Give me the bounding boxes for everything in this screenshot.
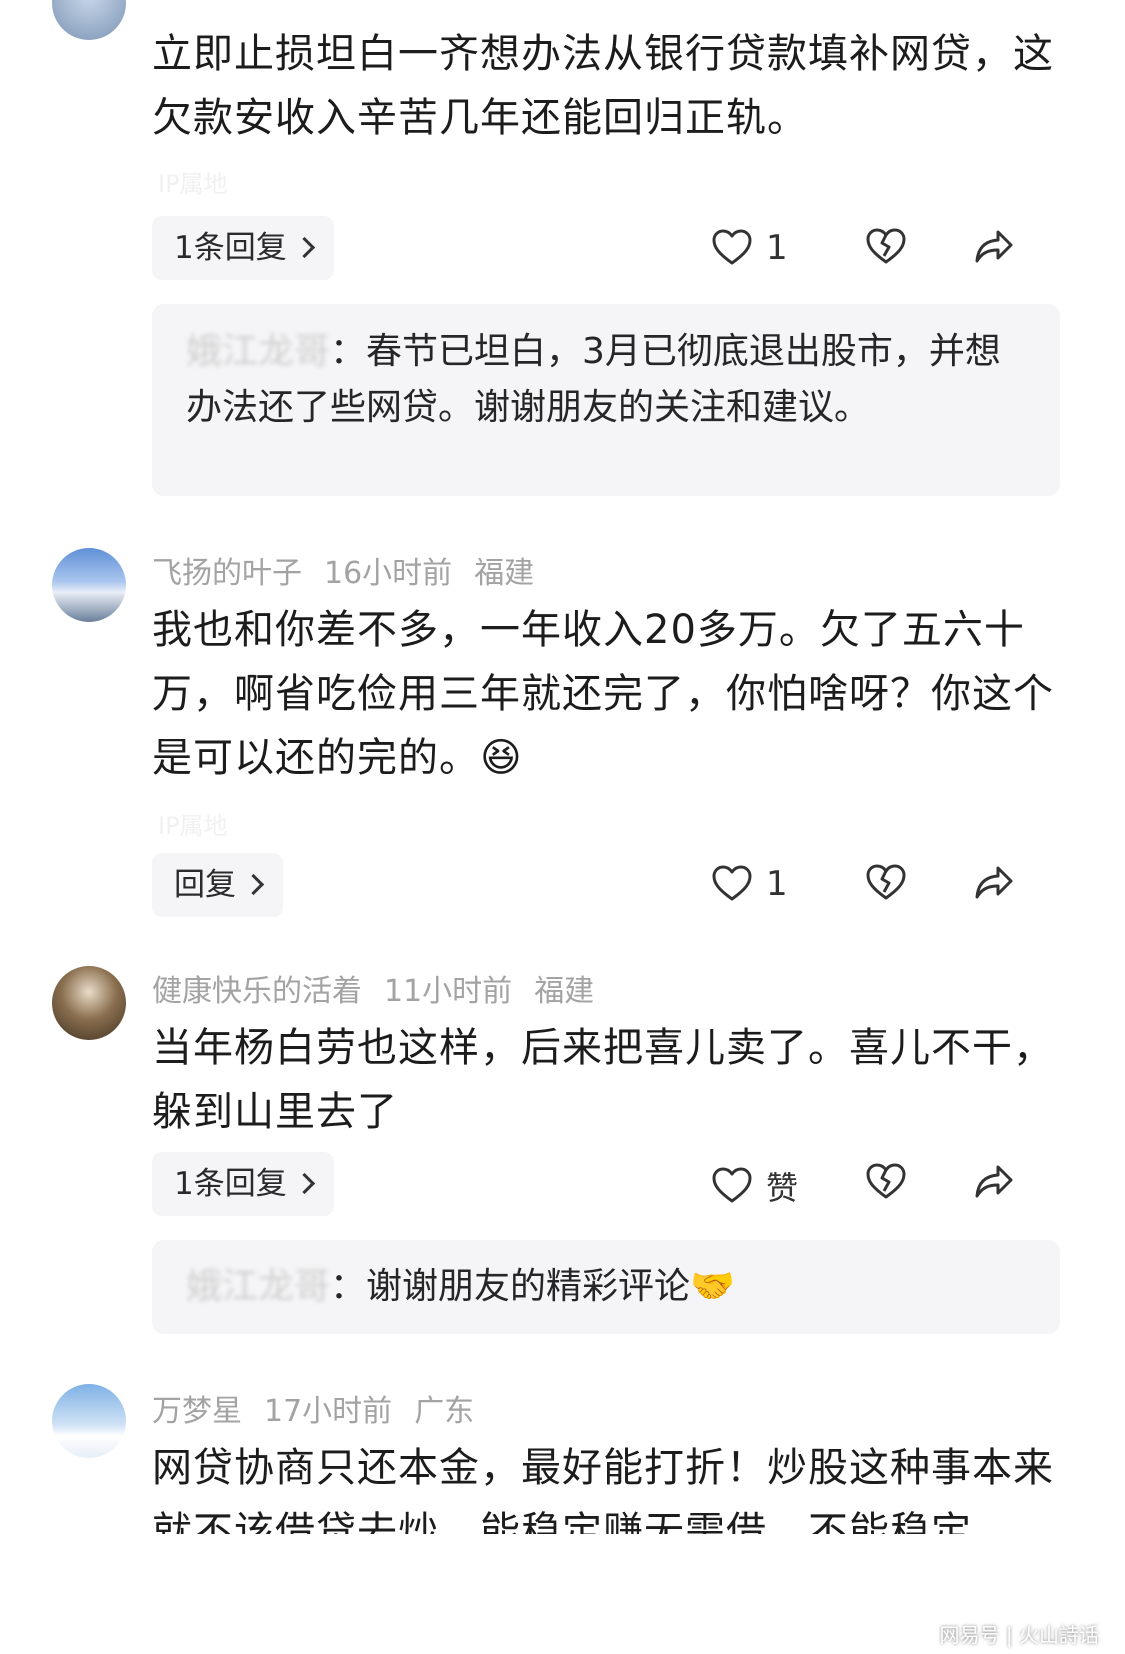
comment-text: 网贷协商只还本金，最好能打折！炒股这种事本来就不该借贷去炒，能稳定赚无需借，不能… [152,1445,1054,1534]
like-button[interactable]: 赞 [712,1163,798,1209]
heart-icon [712,229,752,267]
username[interactable]: 飞扬的叶子 [152,556,302,591]
reply-preview[interactable]: 娥江龙哥：谢谢朋友的精彩评论🤝 [152,1240,1060,1334]
heart-icon [712,1167,752,1205]
chevron-right-icon [293,1172,315,1195]
broken-heart-icon [866,1163,906,1201]
reply-author[interactable]: 娥江龙哥 [186,331,330,372]
heart-icon [712,865,752,903]
username[interactable]: 万梦星 [152,1394,242,1429]
ip-location: IP属地 [158,812,228,840]
location: 福建 [474,556,535,591]
dislike-button[interactable] [866,1163,906,1201]
broken-heart-icon [866,228,906,266]
reply-count-label: 1条回复 [174,1166,287,1202]
location: 福建 [534,974,595,1009]
reply-button[interactable]: 回复 [152,853,283,917]
comment-text: 当年杨白劳也这样，后来把喜儿卖了。喜儿不干，躲到山里去了 [152,1025,1054,1135]
like-button[interactable]: 1 [712,228,788,268]
dislike-button[interactable] [866,228,906,266]
share-icon [974,1163,1014,1201]
like-label: 赞 [766,1169,799,1207]
share-button[interactable] [974,228,1014,266]
timestamp: 11小时前 [384,974,513,1009]
share-icon [974,228,1014,266]
reply-count-label: 1条回复 [174,230,287,266]
reply-count-button[interactable]: 1条回复 [152,1152,334,1216]
timestamp: 16小时前 [324,556,453,591]
share-button[interactable] [974,864,1014,902]
like-count: 1 [766,864,788,904]
avatar[interactable] [52,1384,126,1458]
like-count: 1 [766,228,788,268]
ip-location: IP属地 [158,170,228,198]
share-button[interactable] [974,1163,1014,1201]
timestamp: 17小时前 [264,1394,393,1429]
reply-count-button[interactable]: 1条回复 [152,216,334,280]
dislike-button[interactable] [866,864,906,902]
comment-meta: 万梦星 17小时前 广东 [152,1386,496,1430]
avatar[interactable] [52,548,126,622]
handshake-emoji-icon: 🤝 [690,1266,735,1307]
comment-meta: 飞扬的叶子 16小时前 福建 [152,548,556,592]
like-button[interactable]: 1 [712,864,788,904]
laughing-emoji-icon: 😆 [480,735,523,781]
avatar[interactable] [52,966,126,1040]
avatar[interactable] [52,0,126,40]
comment-text: 我也和你差不多，一年收入20多万。欠了五六十万，啊省吃俭用三年就还完了，你怕啥呀… [152,607,1054,781]
chevron-right-icon [242,873,265,896]
reply-preview[interactable]: 娥江龙哥：春节已坦白，3月已彻底退出股市，并想办法还了些网贷。谢谢朋友的关注和建… [152,304,1060,496]
broken-heart-icon [866,864,906,902]
reply-author[interactable]: 娥江龙哥 [186,1266,330,1307]
username[interactable]: 健康快乐的活着 [152,974,362,1009]
chevron-right-icon [293,236,315,259]
watermark: 网易号 | 火山詩话 [939,1623,1099,1647]
location: 广东 [414,1394,475,1429]
comment-meta: 健康快乐的活着 11小时前 福建 [152,966,616,1010]
reply-label: 回复 [174,867,236,903]
share-icon [974,864,1014,902]
reply-text: ：谢谢朋友的精彩评论 [330,1266,691,1307]
comment-text: 立即止损坦白一齐想办法从银行贷款填补网贷，这欠款安收入辛苦几年还能回归正轨。 [152,31,1054,141]
